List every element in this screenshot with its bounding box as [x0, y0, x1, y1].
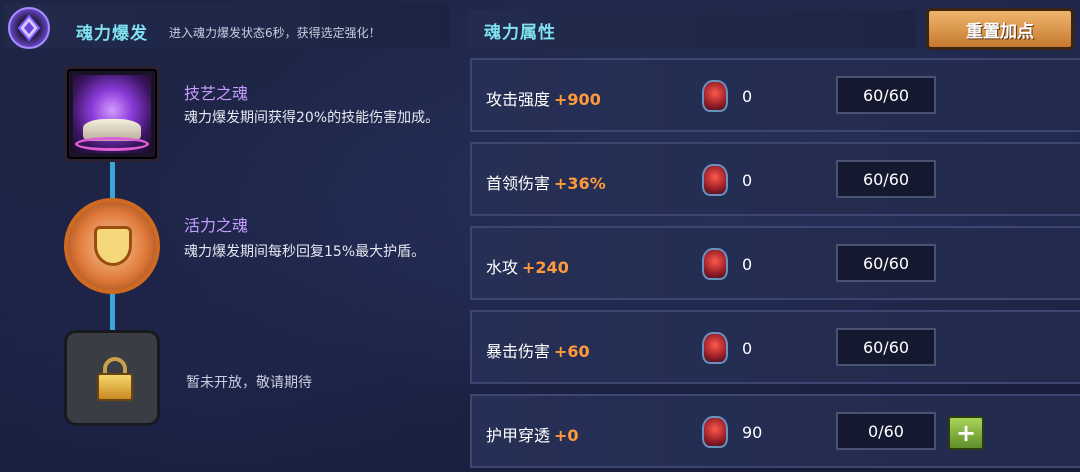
connector-line: [110, 292, 115, 332]
attribute-label: 暴击伤害 +60: [486, 338, 590, 362]
gem-count: 0: [742, 339, 753, 358]
soul-burst-panel: 魂力爆发 进入魂力爆发状态6秒，获得选定强化！ 技艺之魂 魂力爆发期间获得20%…: [0, 0, 458, 472]
gem-count: 0: [742, 87, 753, 106]
attribute-label: 首领伤害 +36%: [486, 170, 606, 194]
level-box: 60/60: [836, 328, 936, 366]
soul-gem-icon: [702, 164, 728, 196]
soul-attributes-panel: 魂力属性 重置加点 攻击强度 +900 0 60/60 首领伤害 +36% 0 60…: [460, 0, 1080, 472]
gem-count: 0: [742, 171, 753, 190]
soul-name-vitality: 活力之魂: [184, 216, 249, 235]
attribute-name: 首领伤害: [486, 174, 551, 193]
attribute-row-armor-pierce: 护甲穿透 +0 90 0/60 +: [470, 394, 1080, 468]
locked-text: 暂未开放，敬请期待: [186, 375, 312, 391]
soul-desc-skill: 魂力爆发期间获得20%的技能伤害加成。: [184, 110, 440, 126]
level-box: 0/60: [836, 412, 936, 450]
attribute-bonus: +36%: [554, 174, 606, 193]
attribute-row-water-attack: 水攻 +240 0 60/60: [470, 226, 1080, 300]
attribute-label: 攻击强度 +900: [486, 86, 601, 110]
gem-count: 0: [742, 255, 753, 274]
attribute-row-boss-damage: 首领伤害 +36% 0 60/60: [470, 142, 1080, 216]
attribute-bonus: +900: [554, 90, 601, 109]
attribute-row-crit-damage: 暴击伤害 +60 0 60/60: [470, 310, 1080, 384]
attribute-bonus: +60: [554, 342, 590, 361]
soul-desc-vitality: 魂力爆发期间每秒回复15%最大护盾。: [184, 244, 426, 260]
level-box: 60/60: [836, 244, 936, 282]
attributes-title: 魂力属性: [484, 23, 556, 43]
connector-line: [110, 160, 115, 200]
soul-crest-icon: [8, 7, 50, 49]
attribute-row-attack: 攻击强度 +900 0 60/60: [470, 58, 1080, 132]
soul-gem-icon: [702, 416, 728, 448]
soul-gem-icon: [702, 248, 728, 280]
soul-gem-icon: [702, 80, 728, 112]
gem-count: 90: [742, 423, 763, 442]
soul-burst-description: 进入魂力爆发状态6秒，获得选定强化！: [169, 26, 381, 40]
attribute-name: 攻击强度: [486, 90, 551, 109]
attribute-label: 护甲穿透 +0: [486, 422, 579, 446]
level-box: 60/60: [836, 160, 936, 198]
add-point-button[interactable]: +: [948, 416, 984, 450]
attribute-bonus: +240: [522, 258, 569, 277]
level-box: 60/60: [836, 76, 936, 114]
soul-burst-title: 魂力爆发: [76, 24, 148, 44]
locked-soul-icon: [64, 330, 160, 426]
lock-icon: [97, 373, 133, 401]
attribute-name: 暴击伤害: [486, 342, 551, 361]
skill-soul-icon[interactable]: [64, 66, 160, 162]
vitality-soul-icon[interactable]: [64, 198, 160, 294]
soul-name-skill: 技艺之魂: [184, 84, 249, 103]
attribute-bonus: +0: [554, 426, 579, 445]
attribute-label: 水攻 +240: [486, 254, 569, 278]
reset-points-button[interactable]: 重置加点: [926, 8, 1074, 50]
soul-gem-icon: [702, 332, 728, 364]
soul-burst-header: 魂力爆发 进入魂力爆发状态6秒，获得选定强化！: [4, 4, 450, 49]
attribute-name: 护甲穿透: [486, 426, 551, 445]
attribute-name: 水攻: [486, 258, 519, 277]
